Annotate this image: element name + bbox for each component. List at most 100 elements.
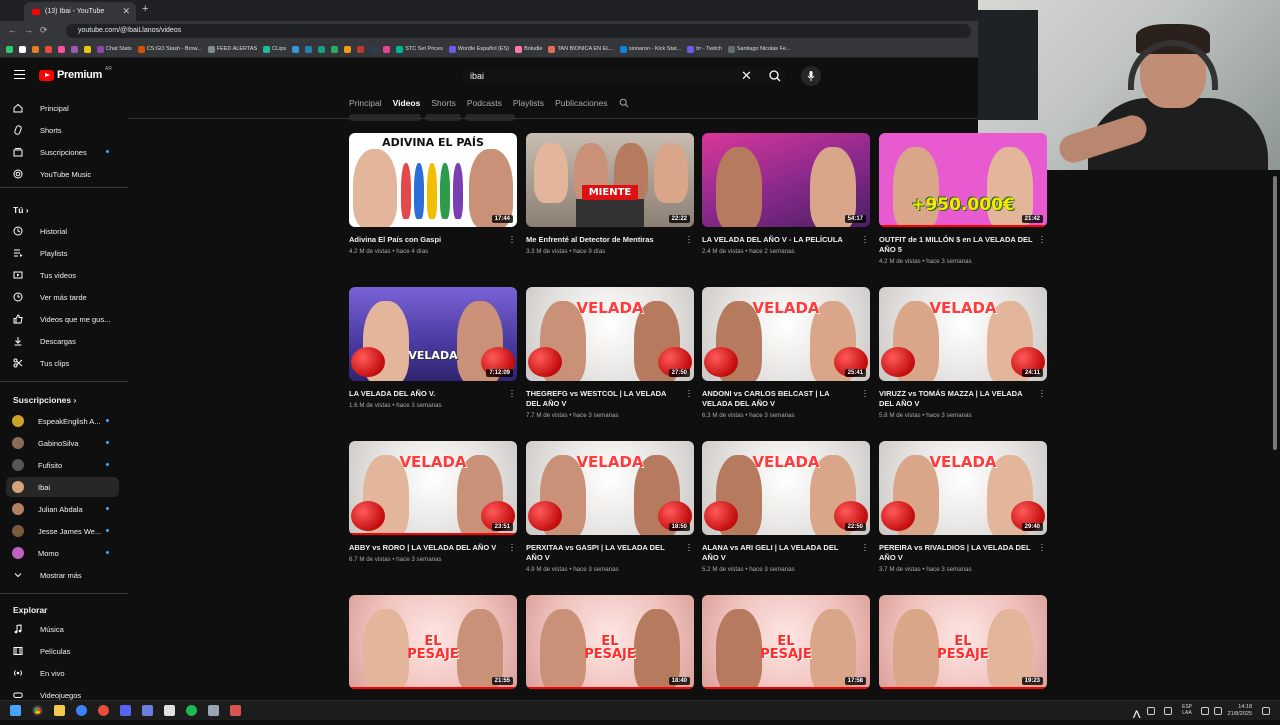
video-title[interactable]: PERXITAA vs GASPI | LA VELADA DEL AÑO V: [526, 543, 694, 563]
tab-shorts[interactable]: Shorts: [431, 98, 456, 110]
app-icon[interactable]: [142, 705, 153, 716]
tray-app-icon[interactable]: [1164, 707, 1172, 715]
video-thumbnail[interactable]: +950.000€ 21:42: [879, 133, 1047, 227]
video-thumbnail[interactable]: VELADA 29:40: [879, 441, 1047, 535]
more-actions-icon[interactable]: · · ·: [686, 232, 692, 247]
more-actions-icon[interactable]: · · ·: [862, 540, 868, 555]
menu-icon[interactable]: [14, 70, 25, 79]
video-title[interactable]: VIRUZZ vs TOMÁS MAZZA | LA VELADA DEL AÑ…: [879, 389, 1047, 409]
spotify-icon[interactable]: [186, 705, 197, 716]
video-thumbnail[interactable]: VELADA 24:11: [879, 287, 1047, 381]
browser-tab[interactable]: (13) Ibai - YouTube ✕: [24, 2, 136, 21]
video-card[interactable]: VELADA 23:51 ABBY vs RORO | LA VELADA DEL …: [349, 441, 517, 563]
notification-icon[interactable]: [1262, 707, 1270, 715]
app-icon[interactable]: [164, 705, 175, 716]
video-thumbnail[interactable]: EL PESAJE 21:55: [349, 595, 517, 689]
video-card[interactable]: VELADA 25:41 ANDONI vs CARLOS BELCAST | LA…: [702, 287, 870, 419]
sidebar-channel[interactable]: Fufisito: [6, 455, 119, 475]
nav-buttons-icon[interactable]: ←→⟳: [8, 25, 55, 36]
sidebar-item-home[interactable]: Principal: [6, 98, 119, 118]
tab-playlists[interactable]: Playlists: [513, 98, 544, 110]
bookmark-item[interactable]: STC Set Prices: [396, 45, 443, 53]
tray-chevron-icon[interactable]: ˄: [1132, 707, 1141, 724]
bookmark-item[interactable]: [19, 45, 26, 53]
bookmark-item[interactable]: [357, 45, 365, 53]
video-card[interactable]: EL PESAJE 18:40: [526, 595, 694, 689]
more-actions-icon[interactable]: · · ·: [862, 386, 868, 401]
more-actions-icon[interactable]: · · ·: [686, 386, 692, 401]
more-actions-icon[interactable]: · · ·: [509, 386, 515, 401]
video-card[interactable]: VELADA 18:50 PERXITAA vs GASPI | LA VELADA…: [526, 441, 694, 573]
bookmark-item[interactable]: [45, 45, 52, 53]
bookmark-item[interactable]: [71, 45, 78, 53]
app-icon[interactable]: [230, 705, 241, 716]
bookmark-item[interactable]: [370, 45, 378, 53]
bookmark-item[interactable]: trr - Twitch: [687, 45, 722, 53]
bookmark-item[interactable]: [383, 45, 391, 53]
bookmark-item[interactable]: Chat Stats: [97, 45, 132, 53]
clear-search-icon[interactable]: ✕: [741, 68, 752, 84]
bookmark-item[interactable]: [58, 45, 65, 53]
speaker-icon[interactable]: [1214, 707, 1222, 715]
video-card[interactable]: VELADA 22:50 ALANA vs ARI GELI | LA VELADA…: [702, 441, 870, 573]
bookmark-item[interactable]: [84, 45, 91, 53]
video-card[interactable]: EL PESAJE 21:55: [349, 595, 517, 689]
sidebar-channel[interactable]: Momo: [6, 543, 119, 563]
sidebar-channel[interactable]: Julian Abdala: [6, 499, 119, 519]
video-card[interactable]: EL PESAJE 19:23: [879, 595, 1047, 689]
youtube-premium-logo[interactable]: Premium AR: [39, 66, 112, 81]
bookmark-item[interactable]: sionaron - Kick Stat...: [619, 45, 681, 53]
bookmark-item[interactable]: [318, 45, 326, 53]
video-thumbnail[interactable]: MIENTE 22:22: [526, 133, 694, 227]
sidebar-item-live[interactable]: En vivo: [6, 663, 119, 683]
video-thumbnail[interactable]: EL PESAJE 18:40: [526, 595, 694, 689]
video-card[interactable]: +950.000€ 21:42 OUTFIT de 1 MILLÓN $ en LA…: [879, 133, 1047, 265]
video-thumbnail[interactable]: ADIVINA EL PAÍS 17:44: [349, 133, 517, 227]
sidebar-channel[interactable]: Ibai: [6, 477, 119, 497]
sidebar-item-shorts[interactable]: Shorts: [6, 120, 119, 140]
sidebar-channel[interactable]: GabinoSilva: [6, 433, 119, 453]
sidebar-channel[interactable]: EspeakEnglish A...: [6, 411, 119, 431]
video-title[interactable]: Me Enfrenté al Detector de Mentiras: [526, 235, 694, 245]
bookmark-item[interactable]: [292, 45, 300, 53]
windows-start-icon[interactable]: [10, 705, 21, 716]
more-actions-icon[interactable]: · · ·: [509, 232, 515, 247]
app-icon[interactable]: [98, 705, 109, 716]
bookmark-item[interactable]: Wordle Español (ES): [448, 45, 509, 53]
tray-app-icon[interactable]: [1147, 707, 1155, 715]
search-input[interactable]: ibai: [470, 71, 484, 81]
bookmark-item[interactable]: CLips: [263, 45, 286, 53]
video-thumbnail[interactable]: VELADA 27:50: [526, 287, 694, 381]
tab-podcasts[interactable]: Podcasts: [467, 98, 502, 110]
sidebar-show-more[interactable]: Mostrar más: [6, 565, 119, 585]
video-card[interactable]: MIENTE 22:22 Me Enfrenté al Detector de Me…: [526, 133, 694, 255]
search-box[interactable]: ibai ✕: [462, 66, 786, 86]
sidebar-item-watch-later[interactable]: Ver más tarde: [6, 287, 119, 307]
more-actions-icon[interactable]: · · ·: [1039, 386, 1045, 401]
url-field[interactable]: youtube.com/@IbaiLlanos/videos: [66, 24, 971, 38]
video-card[interactable]: ADIVINA EL PAÍS 17:44 Adivina El País con …: [349, 133, 517, 255]
video-thumbnail[interactable]: VELADA 25:41: [702, 287, 870, 381]
voice-search-button[interactable]: [801, 66, 821, 86]
video-title[interactable]: PEREIRA vs RIVALDIOS | LA VELADA DEL AÑO…: [879, 543, 1047, 563]
sidebar-item-film[interactable]: Películas: [6, 641, 119, 661]
sidebar-item-download[interactable]: Descargas: [6, 331, 119, 351]
sidebar-item-subscriptions[interactable]: Suscripciones: [6, 142, 119, 162]
video-thumbnail[interactable]: VELADA 7:12:09: [349, 287, 517, 381]
clock[interactable]: 14:18 21/8/2025: [1228, 704, 1252, 718]
video-card[interactable]: 54:17 LA VELADA DEL AÑO V - LA PELÍCULA 2.…: [702, 133, 870, 255]
chrome-icon[interactable]: [32, 705, 43, 716]
more-actions-icon[interactable]: · · ·: [686, 540, 692, 555]
close-tab-icon[interactable]: ✕: [122, 6, 130, 17]
tab-principal[interactable]: Principal: [349, 98, 382, 110]
sidebar-subscriptions-heading[interactable]: Suscripciones ›: [13, 395, 76, 405]
app-icon[interactable]: [76, 705, 87, 716]
bookmark-item[interactable]: [331, 45, 339, 53]
new-tab-icon[interactable]: +: [142, 3, 148, 15]
sidebar-item-playlists[interactable]: Playlists: [6, 243, 119, 263]
video-card[interactable]: VELADA 7:12:09 LA VELADA DEL AÑO V. 1.6 M d…: [349, 287, 517, 409]
sidebar-explore-heading[interactable]: Explorar: [13, 605, 48, 615]
video-thumbnail[interactable]: VELADA 18:50: [526, 441, 694, 535]
more-actions-icon[interactable]: · · ·: [862, 232, 868, 247]
sidebar-item-like[interactable]: Videos que me gus...: [6, 309, 119, 329]
